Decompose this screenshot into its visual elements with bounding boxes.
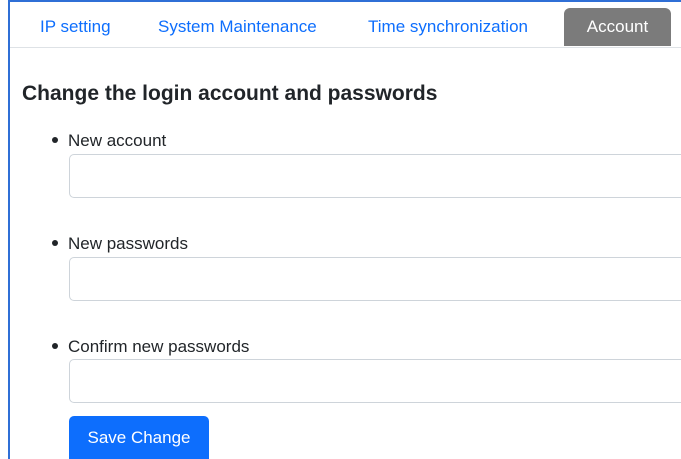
new-passwords-input[interactable] [69, 257, 681, 301]
tab-time-synchronization[interactable]: Time synchronization [368, 8, 528, 46]
tab-account[interactable]: Account [564, 8, 671, 46]
bullet-icon [52, 239, 58, 246]
save-change-button[interactable]: Save Change [69, 416, 209, 459]
field-label-new-passwords: New passwords [52, 234, 188, 254]
bullet-icon [52, 136, 58, 143]
tab-ip-setting[interactable]: IP setting [40, 8, 111, 46]
confirm-passwords-input[interactable] [69, 359, 681, 403]
new-passwords-label: New passwords [68, 234, 188, 253]
page-title: Change the login account and passwords [22, 82, 438, 105]
frame-left-border [8, 0, 10, 459]
tab-system-maintenance[interactable]: System Maintenance [158, 8, 317, 46]
new-account-input[interactable] [69, 154, 681, 198]
new-account-label: New account [68, 131, 167, 150]
field-label-new-account: New account [52, 131, 166, 151]
field-label-confirm-passwords: Confirm new passwords [52, 337, 249, 357]
confirm-passwords-label: Confirm new passwords [68, 337, 250, 356]
tab-bar: IP setting System Maintenance Time synch… [10, 2, 681, 48]
bullet-icon [52, 342, 58, 349]
